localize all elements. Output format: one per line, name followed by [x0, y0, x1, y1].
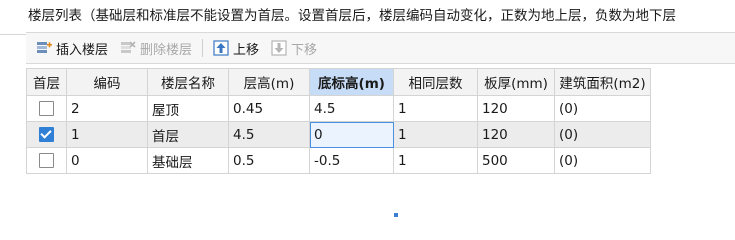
- code-cell[interactable]: 2: [66, 95, 148, 122]
- floor-height-cell[interactable]: 0.5: [228, 147, 310, 174]
- floor-name-cell[interactable]: 屋顶: [147, 95, 229, 122]
- floor-table: 首层 编码 楼层名称 层高(m) 底标高(m) 相同层数 板厚(mm) 建筑面积…: [26, 68, 651, 217]
- delete-floor-label: 删除楼层: [140, 42, 193, 58]
- column-header-floor-name[interactable]: 楼层名称: [147, 68, 229, 96]
- left-panel-divider: [0, 34, 26, 35]
- slab-thickness-cell[interactable]: 500: [477, 147, 555, 174]
- same-floor-count-cell[interactable]: 1: [393, 121, 478, 148]
- move-down-button[interactable]: 下移: [267, 36, 321, 60]
- code-cell[interactable]: 1: [66, 121, 148, 148]
- cell-fill-handle[interactable]: [394, 213, 398, 217]
- table-row[interactable]: 0 基础层 0.5 -0.5 1 500 (0): [26, 147, 651, 174]
- first-floor-cell[interactable]: [26, 147, 67, 174]
- first-floor-checkbox[interactable]: [39, 153, 54, 168]
- floor-height-cell[interactable]: 4.5: [228, 121, 310, 148]
- column-header-floor-height[interactable]: 层高(m): [228, 68, 310, 96]
- move-down-label: 下移: [291, 42, 318, 58]
- column-header-code[interactable]: 编码: [66, 68, 148, 96]
- slab-thickness-cell[interactable]: 120: [477, 95, 555, 122]
- first-floor-cell[interactable]: [26, 95, 67, 122]
- floor-name-cell[interactable]: 首层: [147, 121, 229, 148]
- column-header-same-floor-count[interactable]: 相同层数: [393, 68, 478, 96]
- toolbar: 插入楼层 删除楼层 上移 下移: [26, 32, 735, 64]
- column-header-first-floor[interactable]: 首层: [26, 68, 67, 96]
- column-header-building-area[interactable]: 建筑面积(m2): [554, 68, 651, 96]
- bottom-elevation-cell-editing[interactable]: 0: [309, 121, 394, 148]
- delete-floor-button[interactable]: 删除楼层: [116, 36, 196, 60]
- first-floor-checkbox[interactable]: [39, 101, 54, 116]
- column-header-slab-thickness[interactable]: 板厚(mm): [477, 68, 555, 96]
- delete-floor-icon: [121, 41, 136, 53]
- building-area-cell[interactable]: (0): [554, 147, 651, 174]
- move-up-button[interactable]: 上移: [209, 36, 263, 60]
- floor-height-cell[interactable]: 0.45: [228, 95, 310, 122]
- toolbar-separator: [202, 39, 204, 57]
- panel-title: 楼层列表（基础层和标准层不能设置为首层。设置首层后，楼层编码自动变化，正数为地上…: [28, 8, 676, 24]
- code-cell[interactable]: 0: [66, 147, 148, 174]
- first-floor-checkbox[interactable]: [39, 127, 54, 142]
- arrow-down-icon: [271, 40, 287, 56]
- table-row[interactable]: 2 屋顶 0.45 4.5 1 120 (0): [26, 95, 651, 122]
- floor-list-panel: 楼层列表（基础层和标准层不能设置为首层。设置首层后，楼层编码自动变化，正数为地上…: [26, 0, 735, 217]
- insert-floor-icon: [37, 42, 52, 53]
- insert-floor-label: 插入楼层: [56, 42, 109, 58]
- building-area-cell[interactable]: (0): [554, 121, 651, 148]
- arrow-up-icon: [213, 40, 229, 56]
- table-header-row: 首层 编码 楼层名称 层高(m) 底标高(m) 相同层数 板厚(mm) 建筑面积…: [26, 68, 651, 96]
- floor-name-cell[interactable]: 基础层: [147, 147, 229, 174]
- building-area-cell[interactable]: (0): [554, 95, 651, 122]
- table-row[interactable]: 1 首层 4.5 0 1 120 (0): [26, 121, 651, 148]
- left-panel-edge: [0, 0, 27, 206]
- bottom-elevation-cell[interactable]: 4.5: [309, 95, 394, 122]
- same-floor-count-cell[interactable]: 1: [393, 147, 478, 174]
- same-floor-count-cell[interactable]: 1: [393, 95, 478, 122]
- first-floor-cell[interactable]: [26, 121, 67, 148]
- column-header-bottom-elevation[interactable]: 底标高(m): [309, 68, 394, 96]
- insert-floor-button[interactable]: 插入楼层: [32, 36, 112, 60]
- bottom-elevation-cell[interactable]: -0.5: [309, 147, 394, 174]
- move-up-label: 上移: [233, 42, 260, 58]
- slab-thickness-cell[interactable]: 120: [477, 121, 555, 148]
